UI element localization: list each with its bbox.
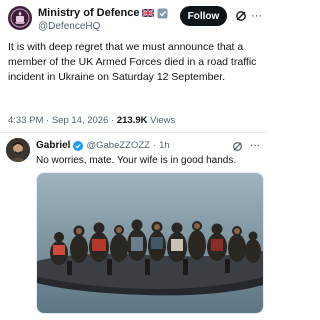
tweet-date[interactable]: Sep 14, 2026 bbox=[52, 115, 109, 126]
reply-media-image[interactable] bbox=[36, 172, 264, 314]
verified-badge-icon bbox=[73, 140, 84, 151]
reply-more-options-icon[interactable]: ··· bbox=[250, 140, 260, 151]
government-badge-icon bbox=[157, 8, 168, 18]
reply-author-handle[interactable]: @GabeZZOZZ bbox=[86, 140, 150, 151]
author-handle[interactable]: @DefenceHQ bbox=[38, 21, 100, 32]
views-label: Views bbox=[150, 115, 176, 126]
reply-avatar-image bbox=[6, 138, 30, 162]
reply-avatar[interactable] bbox=[6, 138, 30, 162]
meta-separator: · bbox=[46, 115, 50, 126]
reply-age[interactable]: 1h bbox=[159, 140, 170, 151]
reply-text: No worries, mate. Your wife is in good h… bbox=[36, 155, 237, 166]
meta-separator: · bbox=[152, 140, 157, 151]
reply-header: Gabriel @GabeZZOZZ · 1h bbox=[36, 140, 170, 151]
views-count: 213.9K bbox=[116, 115, 148, 126]
author-name-row: Ministry of Defence bbox=[38, 7, 168, 19]
more-options-icon[interactable]: ··· bbox=[251, 10, 262, 22]
mod-crest-icon bbox=[10, 8, 30, 28]
mod-logo-avatar[interactable] bbox=[8, 6, 32, 30]
tweet-body: It is with deep regret that we must anno… bbox=[8, 41, 257, 83]
follow-button[interactable]: Follow bbox=[180, 6, 227, 26]
grok-icon[interactable] bbox=[235, 10, 247, 22]
tweet-meta: 4:33 PM · Sep 14, 2026 · 213.9K Views bbox=[8, 115, 175, 126]
uk-flag-icon bbox=[142, 9, 155, 17]
tweet-card: Ministry of Defence @DefenceHQ Follow ··… bbox=[0, 0, 268, 320]
author-name[interactable]: Ministry of Defence bbox=[38, 7, 139, 19]
reply-author-name[interactable]: Gabriel bbox=[36, 140, 70, 151]
photo-boat-crowd bbox=[37, 173, 263, 313]
tweet-time[interactable]: 4:33 PM bbox=[8, 115, 43, 126]
grok-icon[interactable] bbox=[232, 141, 243, 152]
meta-separator: · bbox=[111, 115, 115, 126]
divider bbox=[0, 132, 268, 133]
